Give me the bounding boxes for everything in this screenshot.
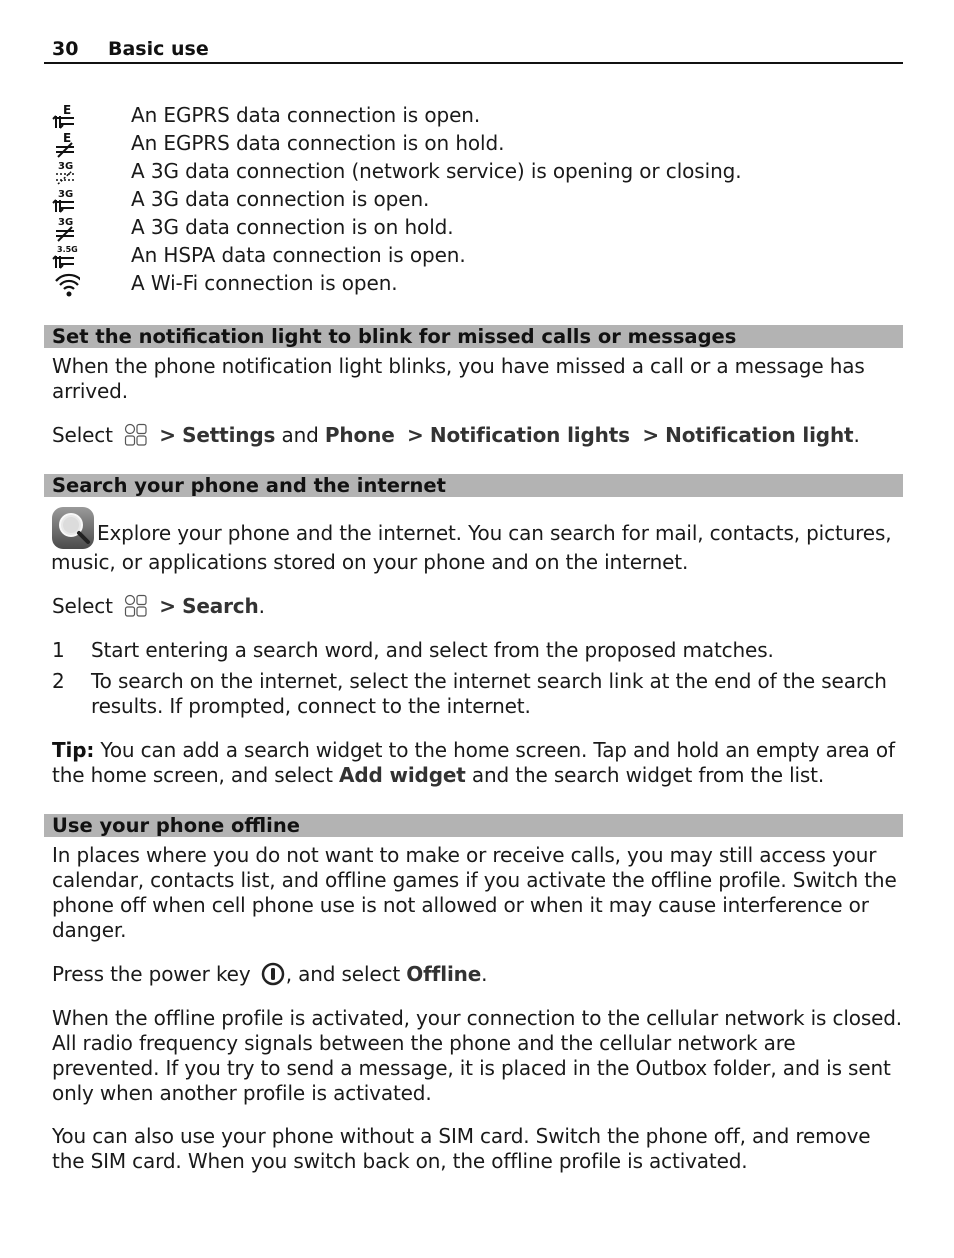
notification-intro: When the phone notification light blinks…	[52, 354, 865, 403]
settings-label: Settings	[182, 423, 276, 447]
section-heading-offline: Use your phone offline	[44, 814, 903, 837]
notification-light-label: Notification light	[665, 423, 854, 447]
3g-open-icon: 3G	[52, 189, 74, 213]
path-separator: >	[407, 423, 424, 447]
icon-description: An HSPA data connection is open.	[131, 243, 466, 267]
tip-text: and the search widget from the list.	[465, 763, 825, 787]
chapter-title: Basic use	[108, 38, 209, 60]
search-intro: Explore your phone and the internet. You…	[51, 506, 901, 575]
svg-text:3G: 3G	[58, 217, 73, 228]
svg-text:E: E	[63, 103, 71, 117]
add-widget-label: Add widget	[339, 763, 466, 787]
period: .	[258, 594, 265, 618]
icon-description: A Wi-Fi connection is open.	[131, 271, 398, 295]
3g-opening-closing-icon: 3G	[56, 161, 74, 185]
heading-text: Use your phone offline	[52, 814, 300, 837]
path-separator: >	[642, 423, 659, 447]
egprs-open-icon: E	[52, 103, 74, 129]
step-text: To search on the internet, select the in…	[91, 669, 887, 718]
icon-description: An EGPRS data connection is open.	[131, 103, 481, 127]
search-tip: Tip: You can add a search widget to the …	[52, 738, 902, 788]
hspa-open-icon: 3.5G	[52, 245, 78, 269]
wifi-icon	[55, 273, 80, 297]
step-number: 1	[52, 638, 65, 662]
search-intro-text: Explore your phone and the internet. You…	[51, 521, 892, 574]
phone-label: Phone	[324, 423, 395, 447]
section-heading-search: Search your phone and the internet	[44, 474, 903, 497]
menu-icon	[124, 423, 147, 446]
offline-label: Offline	[406, 962, 482, 986]
section-heading-notification: Set the notification light to blink for …	[44, 325, 903, 348]
tip-label: Tip:	[52, 738, 95, 762]
heading-text: Search your phone and the internet	[52, 474, 446, 497]
step-number: 2	[52, 669, 65, 693]
press-text: Press the power key	[52, 962, 251, 986]
offline-paragraph-3: You can also use your phone without a SI…	[52, 1124, 871, 1173]
search-steps: 1 Start entering a search word, and sele…	[52, 638, 902, 725]
period: .	[853, 423, 860, 447]
step-text: Start entering a search word, and select…	[91, 638, 774, 662]
offline-paragraph-2: When the offline profile is activated, y…	[52, 1006, 903, 1105]
power-key-icon	[261, 962, 284, 986]
list-item: 1 Start entering a search word, and sele…	[52, 638, 902, 663]
search-label: Search	[182, 594, 259, 618]
page-number: 30	[52, 38, 79, 60]
svg-text:E: E	[63, 131, 71, 145]
svg-text:3G: 3G	[58, 189, 73, 200]
select-text: Select	[52, 423, 113, 447]
svg-text:3G: 3G	[58, 161, 73, 172]
offline-intro: In places where you do not want to make …	[52, 843, 897, 942]
page-header: 30 Basic use	[44, 36, 903, 64]
svg-text:3.5G: 3.5G	[57, 245, 78, 254]
egprs-hold-icon: E	[56, 131, 74, 158]
path-separator: >	[159, 423, 176, 447]
3g-hold-icon: 3G	[56, 217, 74, 242]
icon-description: A 3G data connection is open.	[131, 187, 430, 211]
and-text: and	[281, 423, 319, 447]
icon-description: A 3G data connection is on hold.	[131, 215, 454, 239]
search-instructions: Select > Search.	[52, 594, 902, 619]
period: .	[481, 962, 488, 986]
select-text: Select	[52, 594, 113, 618]
search-app-icon	[52, 507, 94, 549]
notification-lights-label: Notification lights	[429, 423, 630, 447]
path-separator: >	[159, 594, 176, 618]
menu-icon	[124, 594, 147, 617]
notification-instructions: Select > Settings and Phone > Notificati…	[52, 423, 902, 448]
list-item: 2 To search on the internet, select the …	[52, 669, 902, 719]
heading-text: Set the notification light to blink for …	[52, 325, 737, 348]
press-text: , and select	[285, 962, 401, 986]
icon-description: An EGPRS data connection is on hold.	[131, 131, 505, 155]
icon-description: A 3G data connection (network service) i…	[131, 159, 742, 183]
offline-instructions: Press the power key , and select Offline…	[52, 962, 902, 987]
